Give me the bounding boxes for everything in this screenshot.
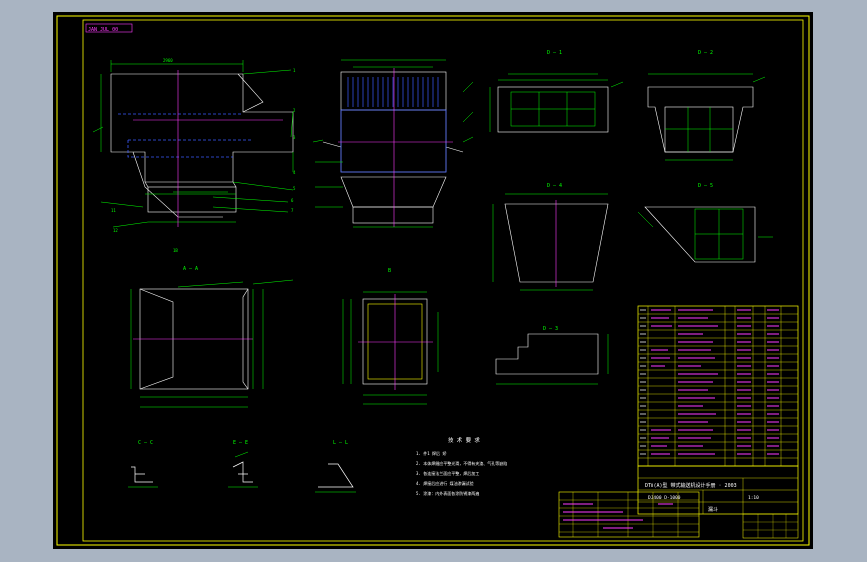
- title-block-drawing-name: 漏斗: [708, 506, 718, 513]
- view-front-grating: [340, 77, 447, 173]
- view-side-hidden: [118, 113, 253, 158]
- svg-text:1B: 1B: [173, 248, 178, 253]
- svg-text:5: 5: [293, 186, 296, 191]
- view-d4-label: D – 4: [547, 183, 562, 189]
- note-4: 4. 焊接后应进行 煤油渗漏试验: [416, 480, 474, 486]
- view-d5-label: D – 5: [698, 183, 713, 189]
- bom-table: [637, 305, 799, 467]
- drawing-sheet: JAN JUL 00 2960 1 2 3 4 5 6 7 11 12 1B D…: [53, 12, 813, 549]
- section-dims: [128, 451, 356, 493]
- view-d2-label: D – 2: [698, 50, 713, 56]
- cad-viewport[interactable]: JAN JUL 00 2960 1 2 3 4 5 6 7 11 12 1B D…: [0, 0, 867, 562]
- view-front-centerlines: [338, 68, 453, 227]
- view-d1-label: D – 1: [547, 50, 562, 56]
- view-aa-label: A – A: [183, 266, 198, 272]
- svg-text:2: 2: [293, 108, 296, 113]
- note-5: 5. 涂漆：内外表面各涂防锈漆两遍: [416, 490, 479, 496]
- top-tag: JAN JUL 00: [88, 27, 118, 33]
- view-d2: [647, 86, 754, 153]
- view-d1-dims: [489, 73, 624, 132]
- view-d5: [644, 206, 756, 263]
- svg-text:4: 4: [293, 170, 296, 175]
- title-block: DTⅡ(A)型 带式输送机设计手册 · 2003 DJ400 D-1000 漏斗…: [558, 465, 799, 539]
- view-d4: [504, 203, 609, 283]
- svg-text:1: 1: [293, 68, 296, 73]
- title-block-scale: 1:10: [748, 495, 759, 501]
- view-d4-dims: [492, 193, 608, 291]
- svg-text:11: 11: [111, 208, 116, 213]
- svg-text:12: 12: [113, 228, 118, 233]
- section-ll-label: L – L: [333, 440, 348, 446]
- svg-text:7: 7: [291, 208, 294, 213]
- section-cc-label: C – C: [138, 440, 153, 446]
- notes-title: 技 术 要 求: [448, 436, 480, 444]
- svg-text:6: 6: [291, 198, 294, 203]
- svg-text:2960: 2960: [163, 58, 173, 63]
- note-3: 3. 各连接法兰面应平整，焊后加工: [416, 470, 479, 476]
- view-side-elevation: [110, 73, 294, 218]
- notes-list: 1. 件1 焊后 矫 2. 本体焊缝应平整光滑，不得有夹渣、气孔等缺陷 3. 各…: [416, 450, 507, 496]
- view-d3-label: D – 3: [543, 326, 558, 332]
- section-ee-label: E – E: [233, 440, 248, 446]
- drawing-canvas: JAN JUL 00 2960123 4567 11121B D – 1 D –…: [56, 15, 810, 546]
- view-d5-dims: [637, 208, 773, 260]
- note-1: 1. 件1 焊后 矫: [416, 450, 446, 456]
- view-d3: [495, 333, 599, 375]
- view-b-dims: [342, 291, 439, 405]
- view-side-dims: [92, 60, 294, 228]
- section-details: [131, 461, 354, 488]
- view-side-centerlines: [133, 70, 283, 227]
- view-b-label: B: [388, 268, 391, 274]
- title-block-company: DTⅡ(A)型 带式输送机设计手册 · 2003: [645, 482, 737, 489]
- svg-text:3: 3: [293, 135, 296, 140]
- view-side-text: 2960123 4567 11121B: [111, 58, 296, 253]
- view-d1: [497, 86, 609, 133]
- note-2: 2. 本体焊缝应平整光滑，不得有夹渣、气孔等缺陷: [416, 460, 507, 466]
- view-aa-dims: [130, 279, 294, 408]
